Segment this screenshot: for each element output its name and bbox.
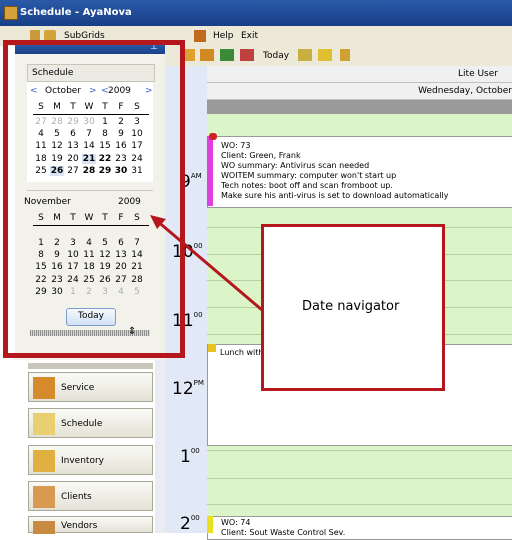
- date-label: Wednesday, October: [418, 86, 512, 96]
- slot-line: [207, 478, 512, 479]
- toolbar-today-button[interactable]: Today: [263, 51, 289, 61]
- nav-label: Service: [61, 383, 95, 393]
- nav-service[interactable]: Service: [28, 372, 153, 402]
- title-bar: Schedule - AyaNova: [0, 0, 512, 26]
- shapes-icon: [33, 450, 55, 472]
- vendor-icon: [33, 521, 55, 534]
- open-icon[interactable]: [200, 49, 214, 61]
- nav-vendors[interactable]: Vendors: [28, 516, 153, 534]
- hour-number: 1: [180, 447, 191, 467]
- callout-arrow: [150, 215, 263, 312]
- slot-line: [207, 504, 512, 505]
- hour-12: 12PM: [172, 379, 204, 399]
- hour-suffix: 00: [190, 447, 200, 455]
- week-view-icon[interactable]: [318, 49, 332, 61]
- all-day-bar[interactable]: [207, 100, 512, 114]
- hour-number: 12: [172, 379, 194, 399]
- nav-splitter[interactable]: [28, 363, 153, 369]
- menu-exit[interactable]: Exit: [241, 31, 258, 41]
- calendar-icon: [33, 413, 55, 435]
- nav-label: Inventory: [61, 456, 104, 466]
- appt-line: Make sure his anti-virus is set to downl…: [221, 191, 449, 200]
- date-navigator-callout: Date navigator: [261, 224, 445, 391]
- refresh-icon[interactable]: [220, 49, 234, 61]
- appt-line: WO: 74: [221, 518, 251, 527]
- nav-label: Vendors: [61, 521, 98, 531]
- window-title: Schedule - AyaNova: [20, 7, 132, 18]
- hour-suffix: 00: [190, 514, 200, 522]
- print-icon[interactable]: [240, 49, 254, 61]
- pin-icon: [209, 133, 217, 140]
- day-view-icon[interactable]: [298, 49, 312, 61]
- appointment-details: WO: 74 Client: Sout Waste Control Sev.: [221, 518, 345, 538]
- appt-line: Tech notes: boot off and scan fromboot u…: [221, 181, 393, 190]
- key-icon[interactable]: [340, 49, 350, 61]
- app-icon: [4, 6, 18, 20]
- appt-line: WOITEM summary: computer won't start up: [221, 171, 397, 180]
- user-name: Lite User: [458, 69, 498, 79]
- appt-line: Client: Sout Waste Control Sev.: [221, 528, 346, 537]
- menu-help[interactable]: Help: [213, 31, 234, 41]
- hour-suffix: PM: [193, 379, 204, 387]
- date-header: Wednesday, October: [207, 83, 512, 100]
- hour-suffix: AM: [190, 172, 202, 180]
- appt-line: WO: 73: [221, 141, 251, 150]
- user-header: Lite User: [207, 66, 512, 83]
- callout-text: Date navigator: [302, 299, 400, 314]
- hour-2: 200: [180, 514, 200, 534]
- nav-label: Schedule: [61, 419, 103, 429]
- tools-icon: [33, 377, 55, 399]
- hour-1: 100: [180, 447, 200, 467]
- appointment-title: Lunch with: [220, 348, 264, 357]
- slot-line: [207, 450, 512, 451]
- nav-schedule[interactable]: Schedule: [28, 408, 153, 438]
- nav-inventory[interactable]: Inventory: [28, 445, 153, 475]
- appointment-stripe: [207, 516, 213, 533]
- hour-number: 2: [180, 514, 191, 534]
- appointment-details: WO: 73 Client: Green, Frank WO summary: …: [221, 141, 449, 201]
- note-icon: [208, 344, 216, 352]
- nav-label: Clients: [61, 492, 92, 502]
- nav-clients[interactable]: Clients: [28, 481, 153, 511]
- appt-line: Client: Green, Frank: [221, 151, 301, 160]
- wrench-icon[interactable]: [194, 30, 206, 42]
- house-icon: [33, 486, 55, 508]
- appointment-stripe: [207, 136, 213, 206]
- appt-line: WO summary: Antivirus scan needed: [221, 161, 370, 170]
